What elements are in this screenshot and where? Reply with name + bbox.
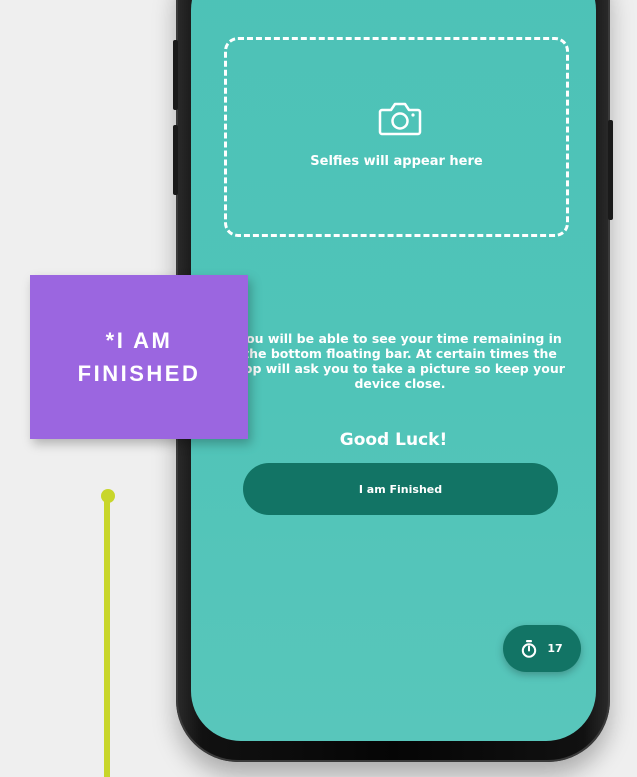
camera-icon [378,102,422,136]
finish-button[interactable]: I am Finished [243,463,558,515]
instructions-line: device close. [354,376,446,391]
annotation-pointer-line [104,497,110,777]
stopwatch-icon [522,639,537,658]
annotation-text: *I AM FINISHED [49,324,229,390]
instructions-line: the bottom floating bar. At certain time… [243,346,557,361]
app-screen: Selfies will appear here You will be abl… [191,0,596,741]
phone-side-button [173,125,178,195]
annotation-line: FINISHED [77,361,201,386]
good-luck-heading: Good Luck! [339,430,448,450]
phone-side-button [173,40,178,110]
instructions-line: app will ask you to take a picture so ke… [235,361,565,376]
timer-floating-bar[interactable]: 17 [503,625,581,672]
timer-value: 17 [547,642,563,655]
annotation-line: *I AM [105,328,173,353]
selfie-area: Selfies will appear here [224,37,569,237]
instructions-line: You will be able to see your time remain… [238,331,562,346]
phone-side-button [608,120,613,220]
selfie-placeholder-text: Selfies will appear here [310,154,483,169]
annotation-callout: *I AM FINISHED [30,275,248,439]
annotation-pointer-dot [101,489,115,503]
instructions-text: You will be able to see your time remain… [235,331,565,391]
